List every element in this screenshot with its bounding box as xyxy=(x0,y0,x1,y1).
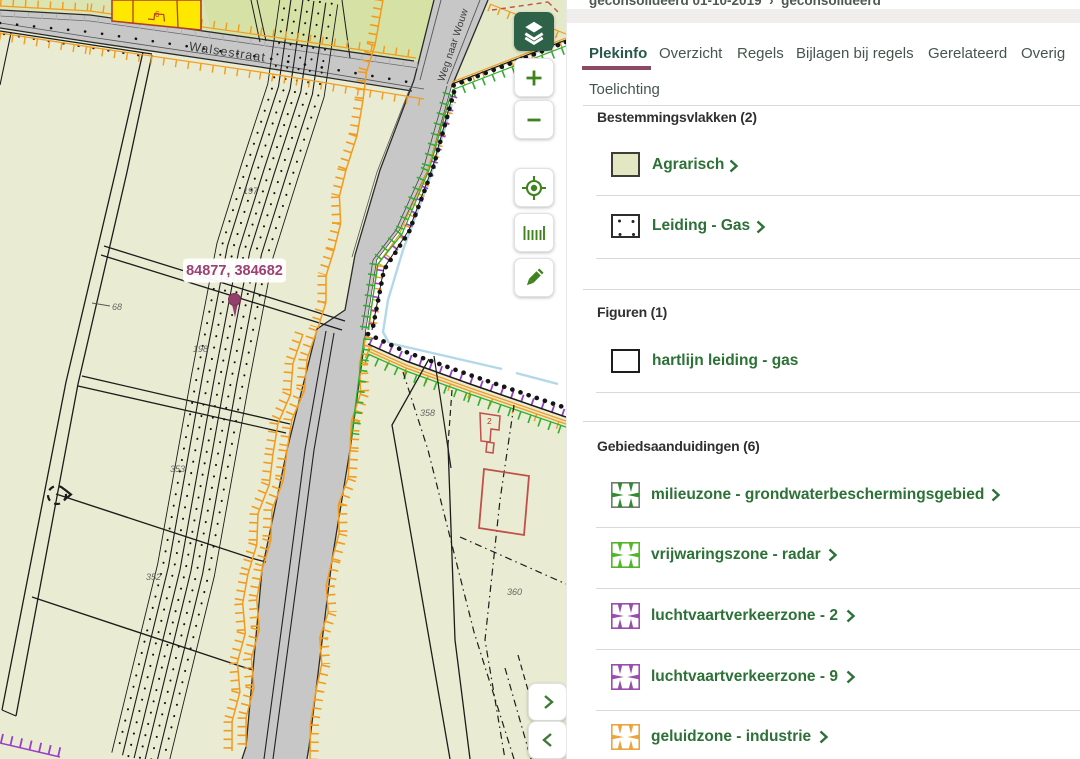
svg-text:2: 2 xyxy=(487,416,492,426)
svg-text:360: 360 xyxy=(507,587,522,597)
svg-text:353: 353 xyxy=(170,464,185,474)
svg-text:84877, 384682: 84877, 384682 xyxy=(186,263,283,279)
svg-text:68: 68 xyxy=(112,302,122,312)
svg-text:358: 358 xyxy=(420,408,435,418)
svg-text:352: 352 xyxy=(146,572,161,582)
svg-text:198: 198 xyxy=(193,344,208,354)
svg-text:6: 6 xyxy=(155,10,160,19)
svg-text:197: 197 xyxy=(243,186,259,196)
